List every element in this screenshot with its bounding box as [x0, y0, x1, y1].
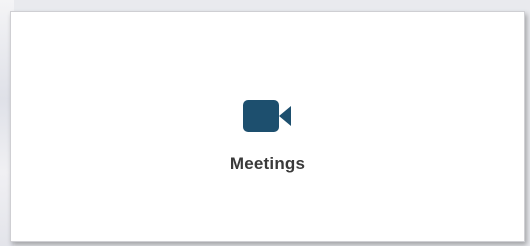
meetings-tile[interactable]: Meetings	[10, 11, 525, 242]
video-camera-icon	[242, 100, 291, 132]
tile-label: Meetings	[229, 154, 306, 173]
tile-content: Meetings	[11, 98, 524, 174]
